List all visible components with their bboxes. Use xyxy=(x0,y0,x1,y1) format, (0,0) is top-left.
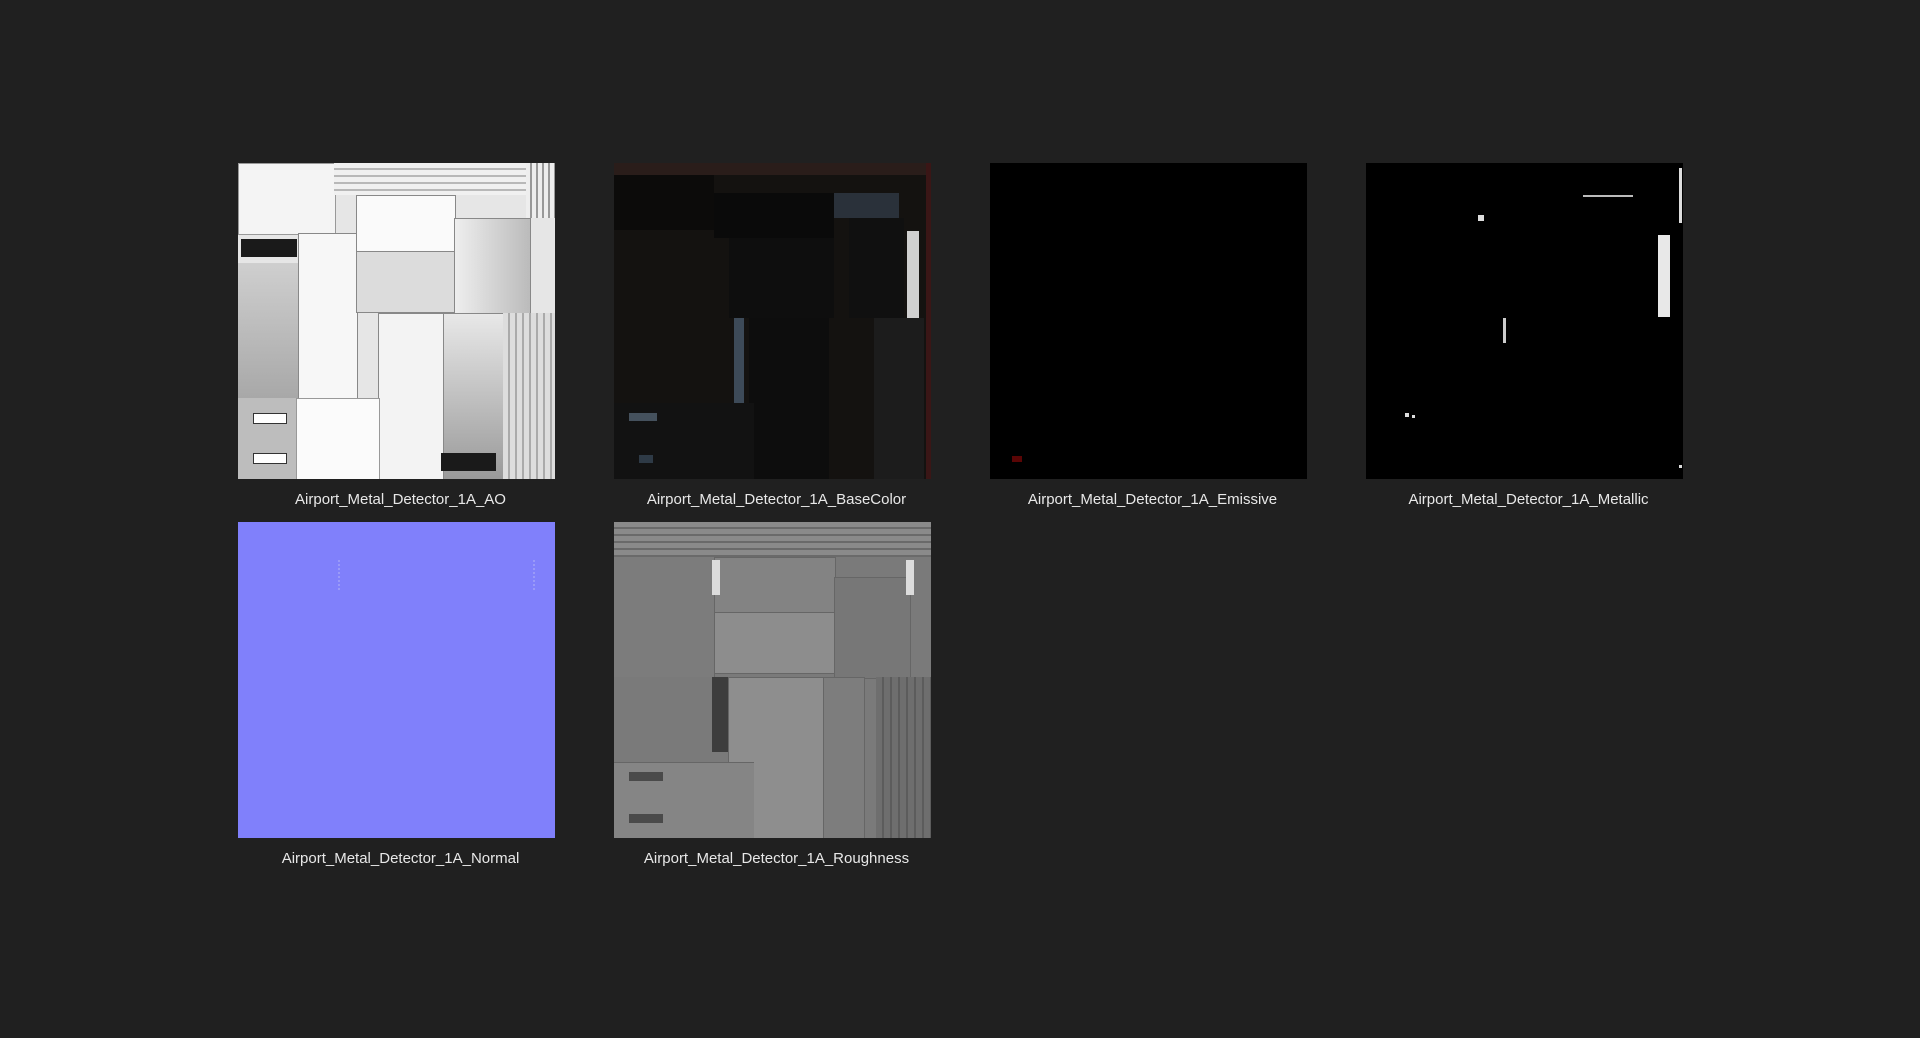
roughness-thumbnail[interactable] xyxy=(614,522,931,838)
basecolor-thumbnail[interactable] xyxy=(614,163,931,479)
file-tile-roughness[interactable]: Airport_Metal_Detector_1A_Roughness xyxy=(614,522,931,867)
metallic-thumbnail[interactable] xyxy=(1366,163,1683,479)
file-name-label: Airport_Metal_Detector_1A_AO xyxy=(295,491,506,508)
emissive-thumbnail[interactable] xyxy=(990,163,1307,479)
normal-thumbnail[interactable] xyxy=(238,522,555,838)
file-tile-normal[interactable]: Airport_Metal_Detector_1A_Normal xyxy=(238,522,555,867)
file-tile-ao[interactable]: Airport_Metal_Detector_1A_AO xyxy=(238,163,555,508)
file-name-label: Airport_Metal_Detector_1A_Normal xyxy=(281,850,520,867)
ao-thumbnail[interactable] xyxy=(238,163,555,479)
file-name-label: Airport_Metal_Detector_1A_Emissive xyxy=(1027,491,1278,508)
file-name-label: Airport_Metal_Detector_1A_Roughness xyxy=(643,850,910,867)
file-tile-basecolor[interactable]: Airport_Metal_Detector_1A_BaseColor xyxy=(614,163,931,508)
file-tile-metallic[interactable]: Airport_Metal_Detector_1A_Metallic xyxy=(1366,163,1683,508)
file-name-label: Airport_Metal_Detector_1A_Metallic xyxy=(1408,491,1649,508)
file-tile-emissive[interactable]: Airport_Metal_Detector_1A_Emissive xyxy=(990,163,1307,508)
file-name-label: Airport_Metal_Detector_1A_BaseColor xyxy=(646,491,907,508)
